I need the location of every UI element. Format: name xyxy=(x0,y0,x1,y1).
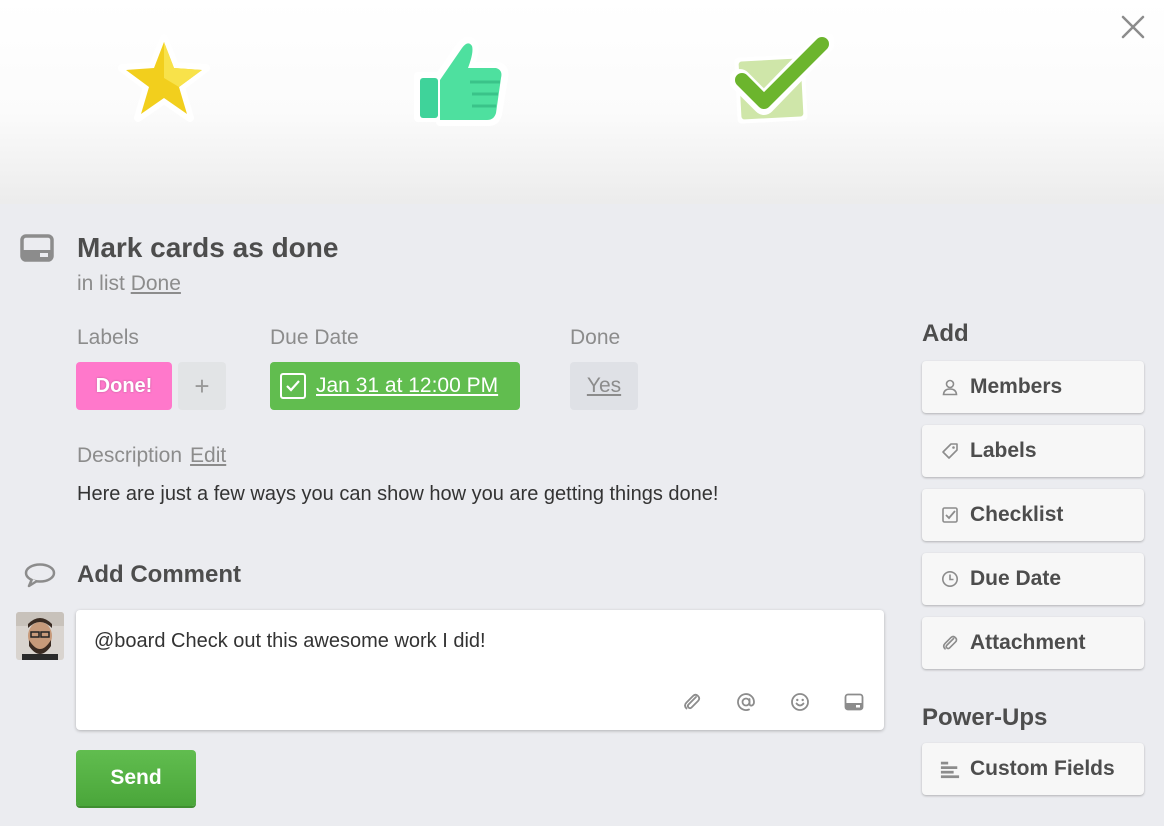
custom-fields-button[interactable]: Custom Fields xyxy=(922,743,1144,795)
labels-heading: Labels xyxy=(77,326,139,349)
due-complete-checkbox[interactable] xyxy=(280,373,306,399)
thumbs-up-sticker-icon xyxy=(410,34,510,133)
due-date-heading: Due Date xyxy=(270,326,359,349)
due-date-chip[interactable]: Jan 31 at 12:00 PM xyxy=(270,362,520,410)
due-date-button[interactable]: Due Date xyxy=(922,553,1144,605)
star-sticker-icon xyxy=(118,34,210,127)
description-label: Description xyxy=(77,444,183,467)
description-heading: Description Edit xyxy=(77,444,226,468)
checkmark-sticker-icon xyxy=(729,31,835,131)
labels-label: Labels xyxy=(970,439,1037,462)
tag-icon xyxy=(940,441,960,461)
card-details: Mark cards as done in list Done Labels D… xyxy=(0,204,1164,826)
members-label: Members xyxy=(970,375,1063,398)
paperclip-icon[interactable] xyxy=(680,690,704,714)
done-value-chip[interactable]: Yes xyxy=(570,362,638,410)
custom-fields-label: Custom Fields xyxy=(970,757,1115,780)
description-text[interactable]: Here are just a few ways you can show ho… xyxy=(77,483,718,506)
comment-toolbar xyxy=(680,690,866,714)
add-label-button[interactable]: + xyxy=(178,362,226,410)
emoji-icon[interactable] xyxy=(788,690,812,714)
attachment-button[interactable]: Attachment xyxy=(922,617,1144,669)
attachment-label: Attachment xyxy=(970,631,1086,654)
list-link[interactable]: Done xyxy=(131,272,181,295)
members-button[interactable]: Members xyxy=(922,361,1144,413)
add-comment-heading: Add Comment xyxy=(77,561,241,588)
checklist-button[interactable]: Checklist xyxy=(922,489,1144,541)
due-date-label: Due Date xyxy=(970,567,1062,590)
list-location: in list Done xyxy=(77,272,181,296)
card-cover xyxy=(0,0,1164,204)
labels-button[interactable]: Labels xyxy=(922,425,1144,477)
power-ups-heading: Power-Ups xyxy=(922,704,1048,731)
add-heading: Add xyxy=(922,320,969,347)
card-icon xyxy=(20,234,54,267)
checklist-label: Checklist xyxy=(970,503,1064,526)
mention-icon[interactable] xyxy=(734,690,758,714)
avatar[interactable] xyxy=(16,612,64,660)
in-list-prefix: in list xyxy=(77,272,125,295)
comment-text[interactable]: @board Check out this awesome work I did… xyxy=(94,630,486,653)
person-icon xyxy=(940,377,960,397)
description-edit-link[interactable]: Edit xyxy=(190,444,226,467)
paperclip-icon xyxy=(940,633,960,653)
card-title[interactable]: Mark cards as done xyxy=(77,232,338,264)
clock-icon xyxy=(940,569,960,589)
custom-fields-icon xyxy=(940,759,960,779)
due-date-value: Jan 31 at 12:00 PM xyxy=(316,374,499,397)
comment-input[interactable]: @board Check out this awesome work I did… xyxy=(76,610,884,730)
checkbox-icon xyxy=(940,505,960,525)
label-chip-done[interactable]: Done! xyxy=(76,362,172,410)
send-button[interactable]: Send xyxy=(76,750,196,806)
card-icon[interactable] xyxy=(842,690,866,714)
done-heading: Done xyxy=(570,326,621,349)
speech-bubble-icon xyxy=(24,562,56,593)
close-icon[interactable] xyxy=(1118,12,1148,42)
